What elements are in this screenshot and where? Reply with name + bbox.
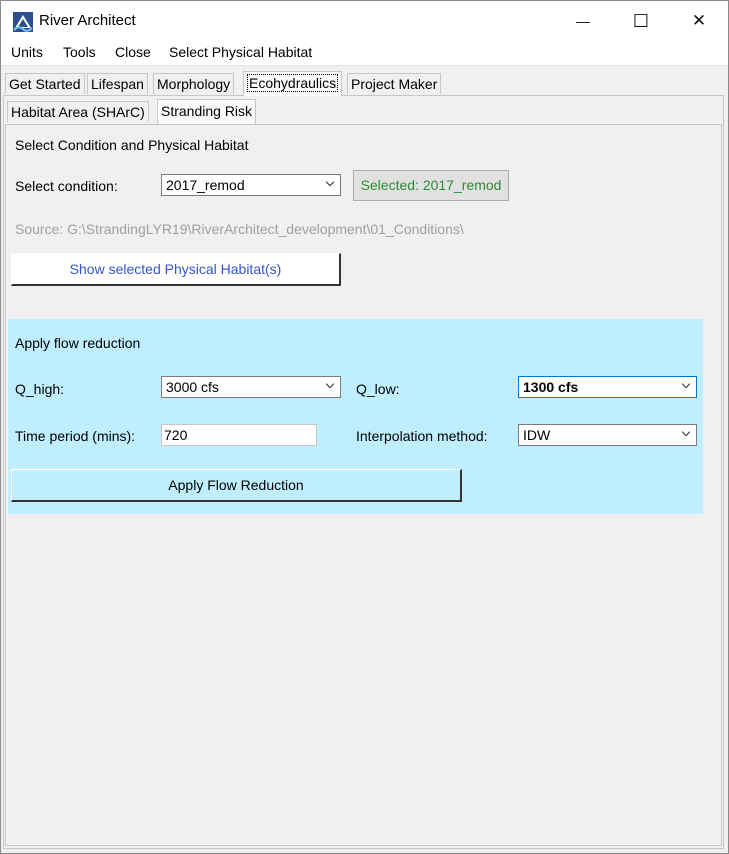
combobox-value: 3000 cfs: [166, 379, 219, 395]
app-window: River Architect — ☐ ✕ Units Tools Close …: [0, 0, 729, 854]
interpolation-method-combobox[interactable]: IDW: [518, 424, 697, 446]
close-icon: ✕: [691, 11, 707, 30]
title-bar: River Architect — ☐ ✕: [1, 1, 728, 41]
tab-label: Habitat Area (SHArC): [11, 104, 145, 120]
time-period-label: Time period (mins):: [15, 428, 136, 444]
combobox-value: 1300 cfs: [523, 379, 579, 395]
show-physical-habitat-button[interactable]: Show selected Physical Habitat(s): [11, 253, 341, 286]
menu-select-physical-habitat[interactable]: Select Physical Habitat: [169, 44, 312, 60]
close-window-button[interactable]: ✕: [670, 1, 728, 41]
q-low-combobox[interactable]: 1300 cfs: [518, 376, 697, 398]
q-high-combobox[interactable]: 3000 cfs: [161, 376, 341, 398]
tab-label: Morphology: [157, 76, 231, 92]
chevron-down-icon: [682, 431, 690, 437]
tab-label: Get Started: [9, 76, 81, 92]
input-value: 720: [164, 427, 188, 443]
menu-bar: Units Tools Close Select Physical Habita…: [1, 41, 728, 66]
combobox-value: IDW: [523, 427, 551, 443]
tab-label: Project Maker: [351, 76, 438, 92]
condition-combobox[interactable]: 2017_remod: [161, 174, 341, 196]
tab-label: Stranding Risk: [161, 103, 253, 119]
q-low-label: Q_low:: [356, 381, 400, 397]
tab-lifespan[interactable]: Lifespan: [87, 73, 148, 94]
select-condition-label: Select condition:: [15, 178, 118, 194]
selected-condition-button[interactable]: Selected: 2017_remod: [353, 170, 509, 201]
apply-flow-reduction-button[interactable]: Apply Flow Reduction: [11, 469, 462, 502]
chevron-down-icon: [326, 383, 334, 389]
tab-label: Lifespan: [91, 76, 144, 92]
tab-morphology[interactable]: Morphology: [153, 73, 235, 94]
menu-tools[interactable]: Tools: [63, 44, 96, 60]
tab-habitat-area[interactable]: Habitat Area (SHArC): [7, 101, 149, 122]
combobox-value: 2017_remod: [166, 177, 245, 193]
chevron-down-icon: [326, 181, 334, 187]
tab-label: Ecohydraulics: [247, 74, 339, 92]
window-title: River Architect: [39, 12, 136, 29]
source-path-text: Source: G:\StrandingLYR19\RiverArchitect…: [15, 221, 464, 237]
menu-close[interactable]: Close: [115, 44, 151, 60]
menu-units[interactable]: Units: [11, 44, 43, 60]
maximize-button[interactable]: ☐: [612, 1, 670, 41]
flow-section-title: Apply flow reduction: [15, 335, 141, 351]
minimize-icon: —: [576, 13, 590, 29]
maximize-icon: ☐: [632, 10, 650, 31]
tab-stranding-risk[interactable]: Stranding Risk: [157, 99, 257, 124]
chevron-down-icon: [682, 383, 690, 389]
tab-project-maker[interactable]: Project Maker: [347, 73, 442, 94]
q-high-label: Q_high:: [15, 381, 65, 397]
tab-get-started[interactable]: Get Started: [5, 73, 85, 94]
time-period-input[interactable]: 720: [161, 424, 317, 446]
interpolation-method-label: Interpolation method:: [356, 428, 488, 444]
tab-ecohydraulics[interactable]: Ecohydraulics: [243, 71, 343, 96]
condition-section-title: Select Condition and Physical Habitat: [15, 137, 249, 153]
minimize-button[interactable]: —: [554, 1, 612, 41]
river-architect-logo-icon: [13, 12, 33, 32]
